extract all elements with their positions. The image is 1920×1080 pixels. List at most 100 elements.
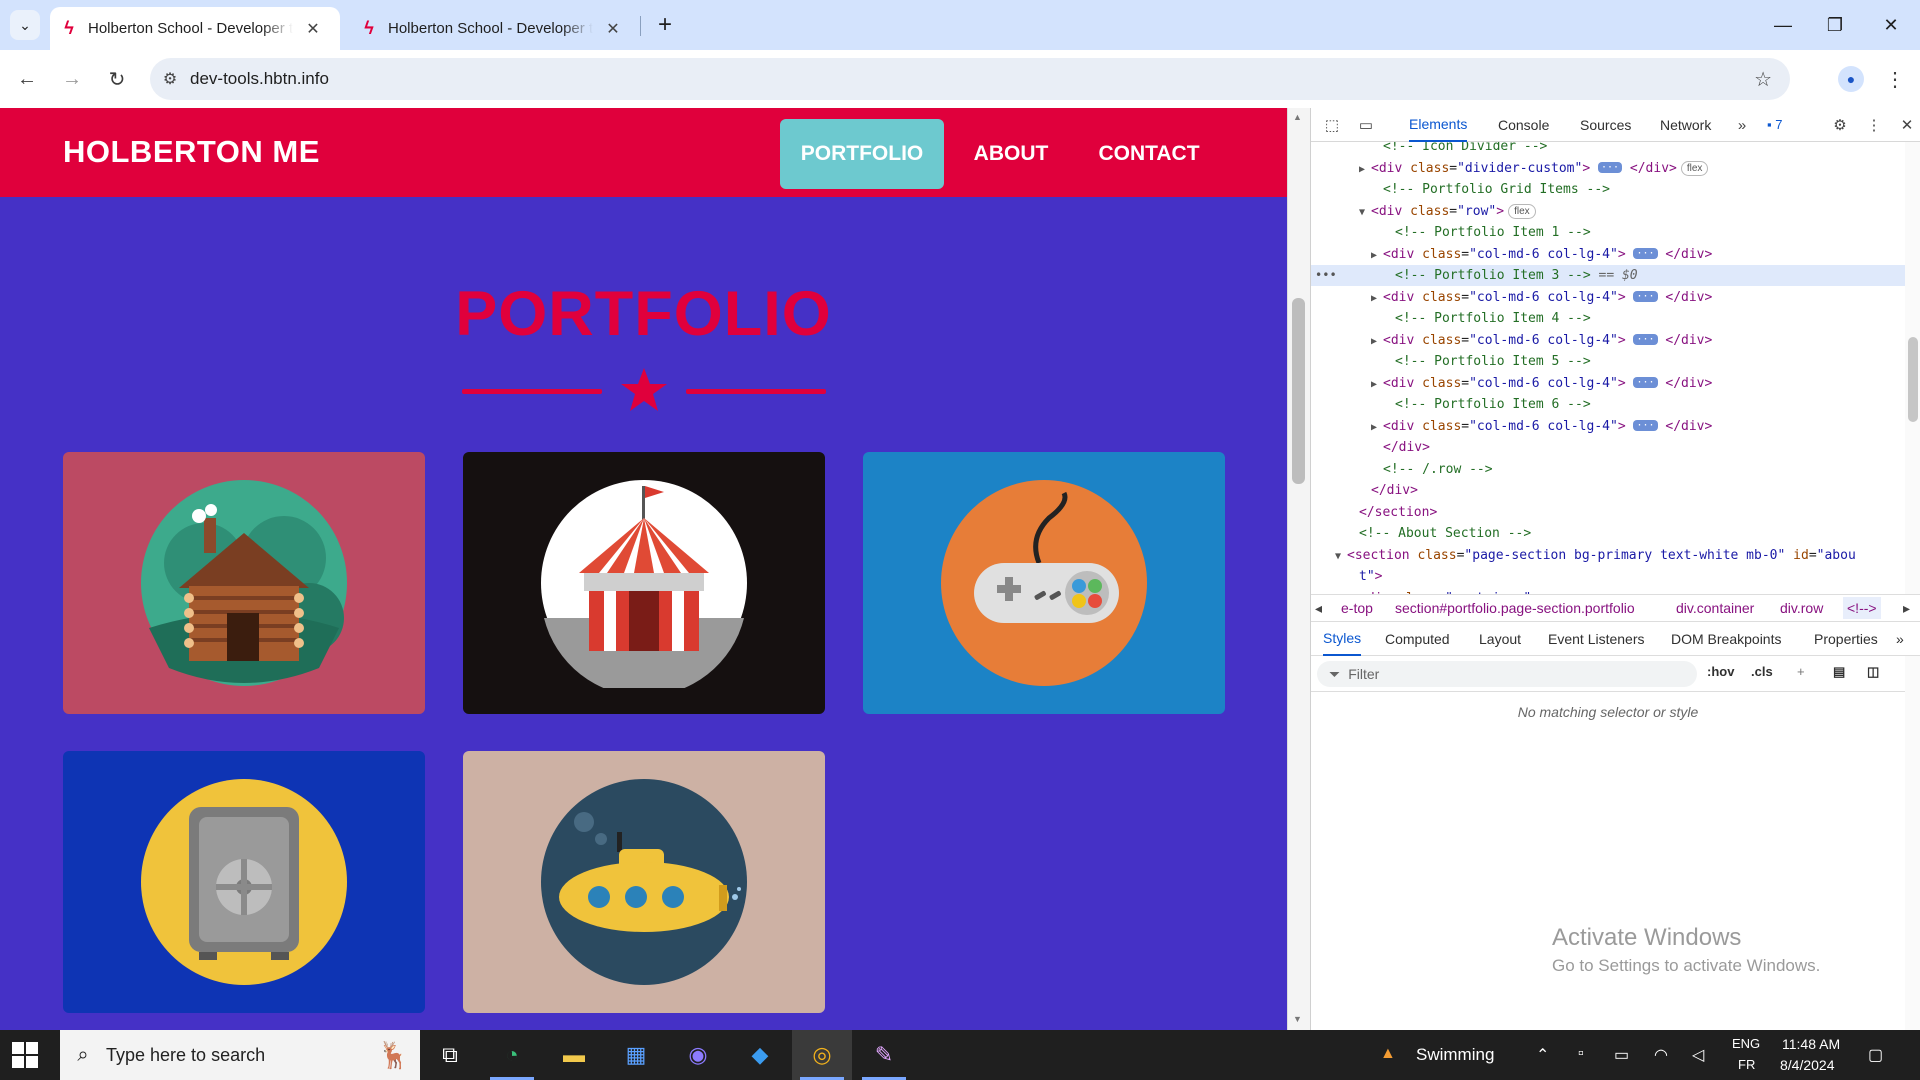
dom-node[interactable]: <!-- /.row --> <box>1311 459 1905 480</box>
nav-portfolio[interactable]: PORTFOLIO <box>780 119 944 189</box>
address-bar[interactable]: ⚙ dev-tools.hbtn.info ☆ <box>150 58 1790 100</box>
tab-search-button[interactable]: ⌄ <box>10 10 40 40</box>
dom-node[interactable]: <!-- Portfolio Item 6 --> <box>1311 394 1905 415</box>
expand-triangle-icon[interactable]: ▶ <box>1371 288 1383 309</box>
class-toggle[interactable]: .cls <box>1751 664 1773 679</box>
meet-now-icon[interactable]: ▫ <box>1578 1045 1584 1063</box>
clock-time[interactable]: 11:48 AM <box>1782 1036 1840 1052</box>
dom-scrollbar-thumb[interactable] <box>1908 337 1918 422</box>
tab-console[interactable]: Console <box>1498 108 1549 142</box>
expand-triangle-icon[interactable]: ▶ <box>1371 331 1383 352</box>
hover-state-toggle[interactable]: :hov <box>1707 664 1734 679</box>
browser-menu-button[interactable]: ⋮ <box>1882 64 1908 94</box>
styles-scrollbar[interactable] <box>1905 656 1920 1030</box>
tab-event-listeners[interactable]: Event Listeners <box>1548 622 1645 656</box>
expand-triangle-icon[interactable]: ▶ <box>1359 159 1371 180</box>
url-text[interactable]: dev-tools.hbtn.info <box>190 69 329 89</box>
dom-node[interactable]: <!-- Portfolio Item 5 --> <box>1311 351 1905 372</box>
dom-node[interactable]: </div> <box>1311 480 1905 501</box>
page-scrollbar[interactable]: ▲ ▼ <box>1287 108 1310 1030</box>
expand-triangle-icon[interactable]: ▶ <box>1371 417 1383 438</box>
chevron-up-icon[interactable]: ⌃ <box>1536 1045 1549 1065</box>
dom-node[interactable]: ▶ <div class="col-md-6 col-lg-4"> ··· </d… <box>1311 373 1905 394</box>
tab-dom-breakpoints[interactable]: DOM Breakpoints <box>1671 622 1781 656</box>
breadcrumb-item[interactable]: section#portfolio.page-section.portfolio <box>1395 600 1635 616</box>
portfolio-card-3[interactable] <box>863 452 1225 714</box>
weather-text[interactable]: Swimming <box>1416 1045 1494 1065</box>
more-tabs-icon[interactable]: » <box>1731 114 1753 136</box>
dom-node[interactable]: ▼ <div class="row"> flex <box>1311 201 1905 222</box>
inspect-element-icon[interactable]: ⬚ <box>1321 114 1343 136</box>
browser-tab-1[interactable]: ϟ Holberton School - Developer tools ✕ <box>50 7 340 50</box>
tab-computed[interactable]: Computed <box>1385 622 1450 656</box>
expand-triangle-icon[interactable]: ▶ <box>1371 245 1383 266</box>
node-actions-icon[interactable]: ••• <box>1315 265 1337 286</box>
dom-node[interactable]: <!-- Portfolio Item 4 --> <box>1311 308 1905 329</box>
page-scrollbar-thumb[interactable] <box>1292 298 1305 484</box>
dom-node[interactable]: <!-- Portfolio Item 1 --> <box>1311 222 1905 243</box>
task-view-icon[interactable]: ⧉ <box>420 1030 480 1080</box>
paint-icon[interactable]: ✎ <box>854 1030 914 1080</box>
tab-elements[interactable]: Elements <box>1409 108 1468 142</box>
dom-node[interactable]: ▶ <div class="col-md-6 col-lg-4"> ··· </d… <box>1311 416 1905 437</box>
minimize-button[interactable]: — <box>1754 0 1812 50</box>
dom-node[interactable]: ▶ <div class="col-md-6 col-lg-4"> ··· </d… <box>1311 330 1905 351</box>
dom-node[interactable]: ▶ <div class="col-md-6 col-lg-4"> ··· </d… <box>1311 244 1905 265</box>
scroll-down-icon[interactable]: ▼ <box>1293 1014 1302 1024</box>
wifi-icon[interactable]: ◠ <box>1654 1045 1668 1065</box>
dom-node[interactable]: ▶ <div class="divider-custom"> ··· </div>… <box>1311 158 1905 179</box>
file-explorer-icon[interactable]: ▬ <box>544 1030 604 1080</box>
vscode-icon[interactable]: ◆ <box>730 1030 790 1080</box>
dom-node[interactable]: ▼ <section class="page-section bg-primary… <box>1311 545 1905 566</box>
dom-node[interactable]: t"> <box>1311 566 1905 587</box>
battery-icon[interactable]: ▭ <box>1614 1045 1629 1065</box>
breadcrumb-scroll-right-icon[interactable]: ▸ <box>1903 600 1910 617</box>
discord-icon[interactable]: ◉ <box>668 1030 728 1080</box>
microsoft-store-icon[interactable]: ▦ <box>606 1030 666 1080</box>
close-devtools-icon[interactable]: ✕ <box>1896 114 1918 136</box>
sidebar-toggle-icon[interactable]: ◫ <box>1867 664 1879 680</box>
breadcrumb-item[interactable]: div.container <box>1676 600 1754 616</box>
language-code[interactable]: ENG <box>1732 1036 1760 1051</box>
nav-contact[interactable]: CONTACT <box>1084 119 1214 189</box>
scroll-up-icon[interactable]: ▲ <box>1293 112 1302 122</box>
dom-tree-scrollbar[interactable] <box>1905 142 1920 594</box>
notifications-icon[interactable]: ▢ <box>1868 1045 1883 1065</box>
dom-node[interactable]: </section> <box>1311 502 1905 523</box>
taskbar-search-box[interactable]: ⌕ Type here to search 🦌 <box>60 1030 420 1080</box>
new-tab-button[interactable]: + <box>650 10 680 40</box>
new-rule-icon[interactable]: + <box>1797 664 1805 679</box>
styles-filter-input[interactable]: ⏷ Filter <box>1317 661 1697 687</box>
breadcrumb-item-selected[interactable]: <!--> <box>1843 597 1881 619</box>
close-tab-icon[interactable]: ✕ <box>303 19 323 39</box>
tab-sources[interactable]: Sources <box>1580 108 1631 142</box>
tab-network[interactable]: Network <box>1660 108 1711 142</box>
close-window-button[interactable]: ✕ <box>1862 0 1920 50</box>
edge-browser-icon[interactable]: ◔ <box>482 1030 542 1080</box>
tab-properties[interactable]: Properties <box>1814 622 1878 656</box>
portfolio-card-5[interactable] <box>463 751 825 1013</box>
dom-node[interactable]: ▶ <div class="col-md-6 col-lg-4"> ··· </d… <box>1311 287 1905 308</box>
restore-button[interactable]: ❐ <box>1806 0 1864 50</box>
dom-node[interactable]: <!-- About Section --> <box>1311 523 1905 544</box>
paint-brush-icon[interactable]: ▤ <box>1833 664 1845 680</box>
bookmark-star-icon[interactable]: ☆ <box>1754 67 1772 92</box>
dom-node[interactable]: </div> <box>1311 437 1905 458</box>
dom-node-selected[interactable]: <!-- Portfolio Item 3 --> == $0 ••• <box>1311 265 1905 286</box>
devtools-menu-icon[interactable]: ⋮ <box>1863 114 1885 136</box>
breadcrumb-item[interactable]: div.row <box>1780 600 1823 616</box>
windows-start-icon[interactable] <box>12 1042 38 1068</box>
issues-badge[interactable]: ▪ 7 <box>1767 117 1782 132</box>
expand-triangle-icon[interactable]: ▶ <box>1371 374 1383 395</box>
close-tab-icon[interactable]: ✕ <box>603 19 623 39</box>
portfolio-card-4[interactable] <box>63 751 425 1013</box>
profile-avatar[interactable]: ● <box>1838 66 1864 92</box>
back-button[interactable]: ← <box>12 64 42 94</box>
tab-layout[interactable]: Layout <box>1479 622 1521 656</box>
portfolio-card-1[interactable] <box>63 452 425 714</box>
keyboard-layout[interactable]: FR <box>1738 1057 1755 1072</box>
tab-styles[interactable]: Styles <box>1323 622 1362 656</box>
dom-node[interactable]: <!-- Portfolio Grid Items --> <box>1311 179 1905 200</box>
forward-button[interactable]: → <box>57 64 87 94</box>
more-panels-icon[interactable]: » <box>1896 622 1904 656</box>
